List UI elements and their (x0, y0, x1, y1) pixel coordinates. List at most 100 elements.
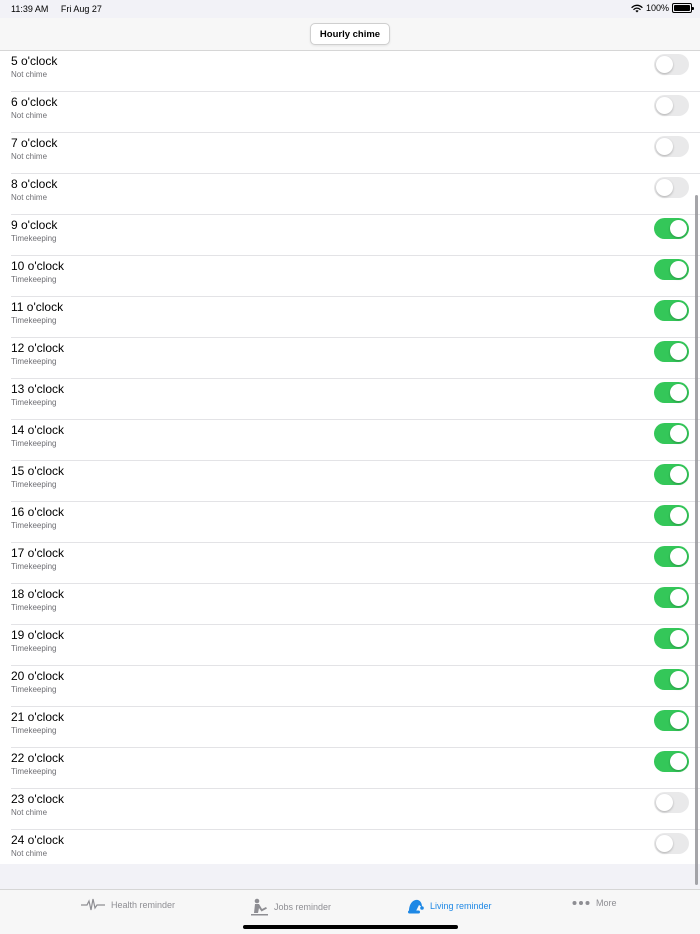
list-item: 9 o'clock Timekeeping (0, 215, 700, 256)
toggle-knob (670, 589, 687, 606)
row-subtitle: Not chime (11, 849, 48, 858)
home-indicator[interactable] (243, 925, 458, 929)
list-item: 15 o'clock Timekeeping (0, 461, 700, 502)
row-title: 9 o'clock (11, 218, 58, 232)
row-subtitle: Timekeeping (11, 398, 57, 407)
status-right: 100% (631, 3, 694, 13)
chime-toggle[interactable] (654, 136, 689, 157)
toggle-knob (670, 261, 687, 278)
chime-toggle[interactable] (654, 464, 689, 485)
toggle-knob (670, 712, 687, 729)
tab-health-reminder[interactable]: Health reminder (81, 898, 175, 912)
row-title: 12 o'clock (11, 341, 64, 355)
chime-toggle[interactable] (654, 423, 689, 444)
list-item: 18 o'clock Timekeeping (0, 584, 700, 625)
status-bar: 11:39 AM Fri Aug 27 100% (0, 0, 700, 18)
row-subtitle: Timekeeping (11, 275, 57, 284)
toggle-knob (656, 138, 673, 155)
row-subtitle: Timekeeping (11, 562, 57, 571)
row-title: 13 o'clock (11, 382, 64, 396)
chime-toggle[interactable] (654, 833, 689, 854)
row-title: 5 o'clock (11, 54, 58, 68)
row-subtitle: Timekeeping (11, 644, 57, 653)
toggle-knob (656, 794, 673, 811)
row-subtitle: Timekeeping (11, 316, 57, 325)
row-title: 18 o'clock (11, 587, 64, 601)
list-item: 17 o'clock Timekeeping (0, 543, 700, 584)
row-subtitle: Timekeeping (11, 521, 57, 530)
row-title: 24 o'clock (11, 833, 64, 847)
heartbeat-icon (81, 898, 105, 911)
list-item: 24 o'clock Not chime (0, 830, 700, 864)
page-title[interactable]: Hourly chime (310, 23, 390, 45)
row-subtitle: Timekeeping (11, 234, 57, 243)
battery-icon (672, 3, 694, 13)
wifi-icon (631, 4, 643, 13)
list-item: 6 o'clock Not chime (0, 92, 700, 133)
toggle-knob (670, 220, 687, 237)
list-item: 14 o'clock Timekeeping (0, 420, 700, 461)
toggle-knob (670, 302, 687, 319)
more-dots-icon (572, 901, 590, 905)
chime-toggle[interactable] (654, 177, 689, 198)
chime-toggle[interactable] (654, 54, 689, 75)
chime-toggle[interactable] (654, 546, 689, 567)
row-subtitle: Timekeeping (11, 439, 57, 448)
row-title: 7 o'clock (11, 136, 58, 150)
chime-toggle[interactable] (654, 669, 689, 690)
list-item: 21 o'clock Timekeeping (0, 707, 700, 748)
chime-toggle[interactable] (654, 587, 689, 608)
chime-toggle[interactable] (654, 628, 689, 649)
chime-toggle[interactable] (654, 505, 689, 526)
toggle-knob (656, 56, 673, 73)
toggle-knob (670, 384, 687, 401)
toggle-knob (670, 753, 687, 770)
toggle-knob (670, 425, 687, 442)
row-title: 10 o'clock (11, 259, 64, 273)
row-subtitle: Timekeeping (11, 357, 57, 366)
row-subtitle: Timekeeping (11, 767, 57, 776)
row-title: 11 o'clock (11, 300, 64, 314)
chime-toggle[interactable] (654, 259, 689, 280)
list-item: 11 o'clock Timekeeping (0, 297, 700, 338)
row-subtitle: Not chime (11, 193, 48, 202)
row-title: 8 o'clock (11, 177, 58, 191)
row-title: 23 o'clock (11, 792, 64, 806)
row-title: 16 o'clock (11, 505, 64, 519)
toggle-knob (670, 343, 687, 360)
tab-living-reminder[interactable]: Living reminder (407, 898, 492, 914)
toggle-knob (670, 630, 687, 647)
scrollbar[interactable] (695, 195, 698, 885)
list-item: 8 o'clock Not chime (0, 174, 700, 215)
list-item: 20 o'clock Timekeeping (0, 666, 700, 707)
tab-jobs-reminder[interactable]: Jobs reminder (251, 898, 331, 916)
tab-label: Living reminder (430, 901, 492, 911)
toggle-knob (670, 548, 687, 565)
chime-toggle[interactable] (654, 382, 689, 403)
chime-toggle[interactable] (654, 341, 689, 362)
list-item: 13 o'clock Timekeeping (0, 379, 700, 420)
tab-more[interactable]: More (572, 898, 617, 908)
chime-toggle[interactable] (654, 792, 689, 813)
chime-toggle[interactable] (654, 710, 689, 731)
status-date: Fri Aug 27 (60, 4, 102, 14)
chime-toggle[interactable] (654, 95, 689, 116)
chime-toggle[interactable] (654, 300, 689, 321)
list-item: 19 o'clock Timekeeping (0, 625, 700, 666)
row-title: 14 o'clock (11, 423, 64, 437)
toggle-knob (656, 835, 673, 852)
row-subtitle: Not chime (11, 111, 48, 120)
chime-toggle[interactable] (654, 751, 689, 772)
row-subtitle: Timekeeping (11, 685, 57, 694)
tab-label: More (596, 898, 617, 908)
list-item: 10 o'clock Timekeeping (0, 256, 700, 297)
row-subtitle: Timekeeping (11, 603, 57, 612)
list-item: 12 o'clock Timekeeping (0, 338, 700, 379)
tab-label: Health reminder (111, 900, 176, 910)
chime-list: 5 o'clock Not chime 6 o'clock Not chime 7 o'… (0, 51, 700, 864)
row-title: 19 o'clock (11, 628, 64, 642)
row-subtitle: Not chime (11, 152, 48, 161)
row-title: 15 o'clock (11, 464, 64, 478)
chime-toggle[interactable] (654, 218, 689, 239)
row-subtitle: Timekeeping (11, 480, 57, 489)
